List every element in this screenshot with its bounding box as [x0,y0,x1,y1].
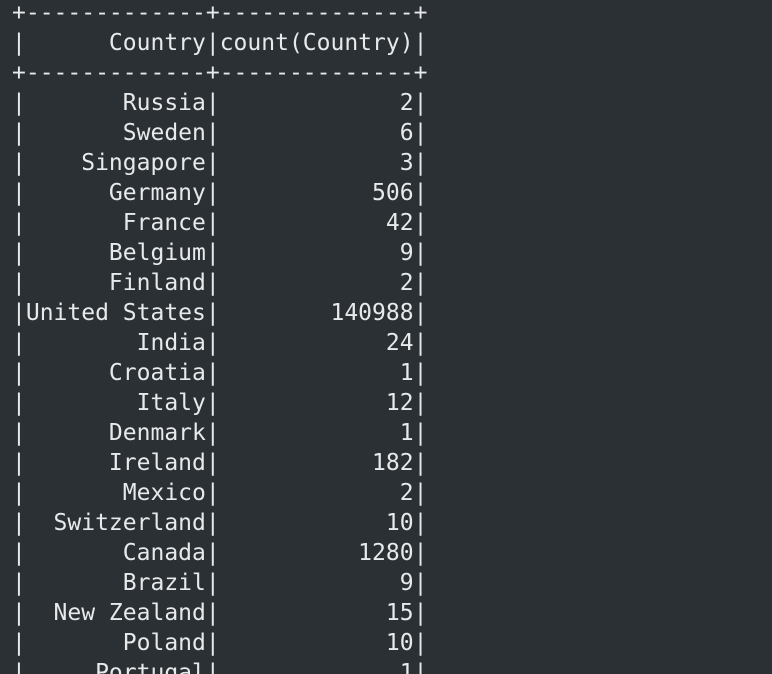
table-row: | Ireland| 182| [12,450,428,476]
table-row: | Sweden| 6| [12,120,428,146]
table-row: | India| 24| [12,330,428,356]
table-row: | Brazil| 9| [12,570,428,596]
table-row: | Italy| 12| [12,390,428,416]
table-row: | Belgium| 9| [12,240,428,266]
table-row: |United States| 140988| [12,300,428,326]
table-border-top: +-------------+--------------+ [12,0,428,26]
table-row: | Germany| 506| [12,180,428,206]
table-border-header: +-------------+--------------+ [12,60,428,86]
table-row: | New Zealand| 15| [12,600,428,626]
table-row: | Portugal| 1| [12,660,428,674]
table-row: | Switzerland| 10| [12,510,428,536]
table-row: | Denmark| 1| [12,420,428,446]
table-row: | Singapore| 3| [12,150,428,176]
table-row: | France| 42| [12,210,428,236]
table-row: | Canada| 1280| [12,540,428,566]
terminal-output: +-------------+--------------+ | Country… [0,0,772,674]
table-row: | Croatia| 1| [12,360,428,386]
table-row: | Finland| 2| [12,270,428,296]
table-row: | Russia| 2| [12,90,428,116]
table-row: | Mexico| 2| [12,480,428,506]
table-row: | Poland| 10| [12,630,428,656]
table-header: | Country|count(Country)| [12,30,428,56]
